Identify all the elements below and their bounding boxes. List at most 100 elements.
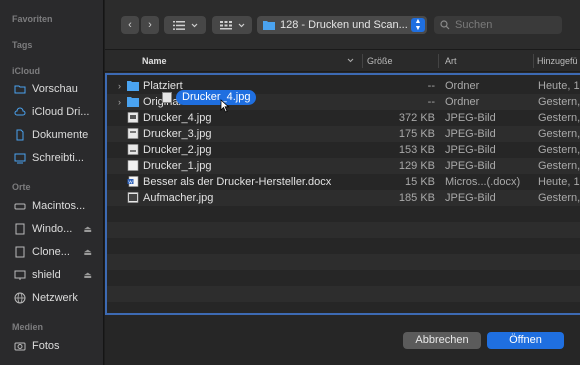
empty-row [107,206,580,222]
list-item[interactable]: W Besser als der Drucker-Hersteller.docx… [107,174,580,190]
file-browser: ‹ › 128 - Drucken und Scan... ▲▼ Name Gr… [105,0,580,365]
file-date: Gestern, [538,96,580,108]
sidebar-header-favorites: Favoriten [12,14,53,24]
column-header: Name Größe Art Hinzugefü [105,50,580,72]
image-file-icon [127,160,139,171]
file-size: -- [427,80,435,92]
sidebar-item-label: shield [32,269,61,281]
empty-row [107,238,580,254]
column-divider [438,54,439,68]
file-kind: JPEG-Bild [445,160,496,172]
column-size[interactable]: Größe [367,50,433,72]
file-size: 129 KB [398,160,435,172]
list-item[interactable]: Drucker_1.jpg 129 KB JPEG-Bild Gestern, [107,158,580,174]
back-button[interactable]: ‹ [121,16,139,34]
file-kind: JPEG-Bild [445,144,496,156]
list-view-button[interactable] [164,16,206,34]
document-icon [16,129,24,141]
sidebar-item-windows[interactable]: Windo... ⏏ [14,220,102,238]
sidebar-item-label: Fotos [32,340,60,352]
image-file-icon [127,128,139,139]
search-input[interactable] [455,19,555,31]
image-file-icon [127,144,139,155]
file-date: Gestern, [538,128,580,140]
path-label: 128 - Drucken und Scan... [280,19,408,31]
column-divider [362,54,363,68]
empty-row [107,302,580,313]
sidebar-header-locations: Orte [12,182,31,192]
sort-chevron-icon [347,58,354,63]
disclosure-triangle-icon[interactable]: › [118,94,121,110]
camera-icon [14,342,26,351]
column-date[interactable]: Hinzugefü [537,50,580,72]
sidebar-item-label: Windo... [32,223,73,235]
grid-view-icon [219,20,232,29]
file-kind: JPEG-Bild [445,192,496,204]
empty-row [107,222,580,238]
display-icon [14,270,26,280]
file-name: Drucker_1.jpg [143,160,212,172]
search-icon [440,20,450,30]
file-kind: JPEG-Bild [445,112,496,124]
sidebar-header-icloud: iCloud [12,66,40,76]
file-kind: Ordner [445,80,480,92]
network-globe-icon [14,292,26,304]
sidebar-item-vorschau[interactable]: Vorschau [14,80,102,98]
cloud-icon [14,107,26,116]
file-kind: Ordner [445,96,480,108]
sidebar-item-icloud-drive[interactable]: iCloud Dri... [14,103,102,121]
sidebar-item-shield[interactable]: shield ⏏ [14,266,102,284]
sidebar-item-dokumente[interactable]: Dokumente [14,126,102,144]
sidebar-item-netzwerk[interactable]: Netzwerk [14,289,102,307]
sidebar-header-media: Medien [12,322,44,332]
file-name: Aufmacher.jpg [143,192,214,204]
path-popup[interactable]: 128 - Drucken und Scan... ▲ ▼ [257,16,427,34]
sidebar-item-schreibtisch[interactable]: Schreibti... [14,149,102,167]
file-size: 175 KB [398,128,435,140]
list-item[interactable]: Drucker_2.jpg 153 KB JPEG-Bild Gestern, [107,142,580,158]
column-kind[interactable]: Art [445,50,533,72]
list-view-icon [172,20,185,30]
sidebar-item-macintosh[interactable]: Macintos... [14,197,102,215]
search-field[interactable] [434,16,562,34]
disclosure-triangle-icon[interactable]: › [118,78,121,94]
folder-icon [127,81,139,91]
file-list[interactable]: › Platziert -- Ordner Heute, 1 › Origina… [105,73,580,315]
folder-icon [263,21,275,30]
chevron-left-icon: ‹ [128,19,132,31]
eject-icon[interactable]: ⏏ [83,247,92,258]
mouse-cursor-icon [220,99,230,113]
empty-row [107,270,580,286]
eject-icon[interactable]: ⏏ [83,270,92,281]
open-button[interactable]: Öffnen [487,332,564,349]
list-item[interactable]: Aufmacher.jpg 185 KB JPEG-Bild Gestern, [107,190,580,206]
chevron-down-icon [191,23,197,27]
chevron-down-icon [238,23,244,27]
chevron-right-icon: › [148,19,152,31]
disk-icon [15,246,25,258]
list-item[interactable]: Drucker_3.jpg 175 KB JPEG-Bild Gestern, [107,126,580,142]
file-date: Heute, 1 [538,80,580,92]
column-divider [533,54,534,68]
file-date: Gestern, [538,192,580,204]
sidebar-item-clone[interactable]: Clone... ⏏ [14,243,102,261]
file-name: Drucker_2.jpg [143,144,212,156]
file-name: Besser als der Drucker-Hersteller.docx [143,176,332,188]
file-date: Gestern, [538,160,580,172]
column-name[interactable]: Name [142,50,357,72]
word-document-icon: W [127,176,139,187]
file-date: Gestern, [538,112,580,124]
toolbar: ‹ › 128 - Drucken und Scan... ▲ ▼ [105,0,580,50]
harddisk-icon [14,203,26,210]
cancel-button[interactable]: Abbrechen [403,332,481,349]
sidebar-item-fotos[interactable]: Fotos [14,337,102,355]
grid-view-button[interactable] [212,16,252,34]
forward-button[interactable]: › [141,16,159,34]
folder-icon [127,97,139,107]
list-item[interactable]: Drucker_4.jpg 372 KB JPEG-Bild Gestern, [107,110,580,126]
sidebar-item-label: Vorschau [32,83,78,95]
eject-icon[interactable]: ⏏ [83,224,92,235]
file-kind: JPEG-Bild [445,128,496,140]
disk-icon [15,223,25,235]
drag-preview: Drucker_4.jpg [162,89,257,105]
